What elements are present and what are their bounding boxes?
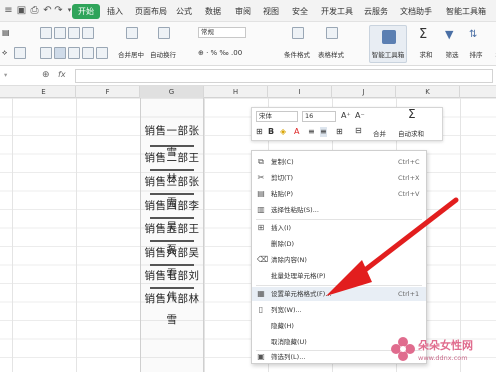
watermark: 朵朵女性网 www.ddnx.com	[386, 330, 494, 370]
watermark-name: 朵朵女性网	[418, 339, 473, 352]
watermark-url: www.ddnx.com	[418, 354, 468, 362]
red-arrow-icon	[326, 197, 459, 296]
flower-logo-icon	[391, 337, 415, 361]
